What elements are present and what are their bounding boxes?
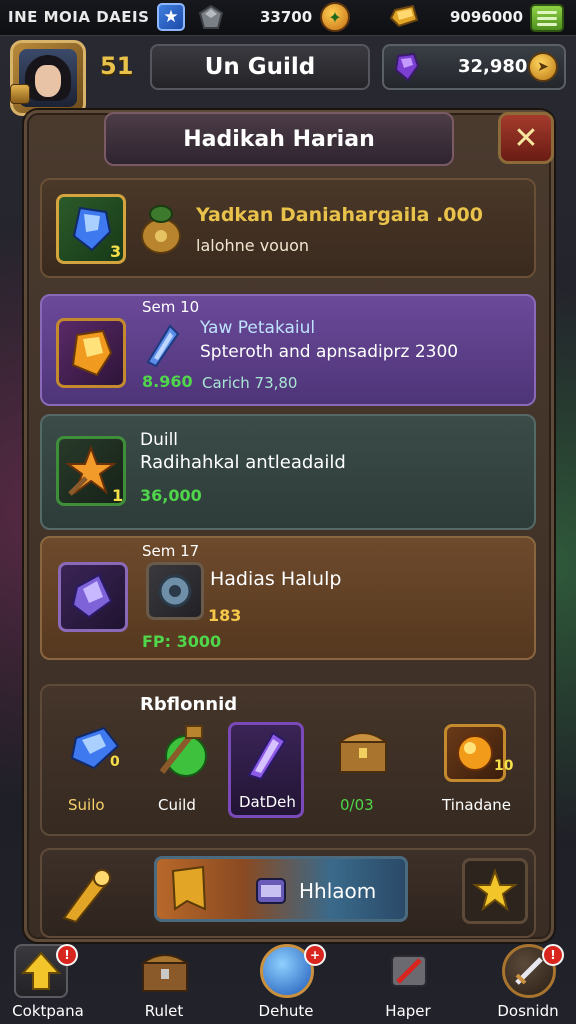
gem-value: 32,980 [458, 56, 528, 77]
guild-name: Un Guild [204, 54, 316, 80]
reward-4-green-value: FP: 3000 [142, 632, 222, 651]
game-title: INE MOIA DAEIS [8, 8, 150, 26]
nav-item-dosnidn[interactable]: ! Dosnidn [480, 944, 576, 1024]
player-avatar[interactable] [10, 40, 86, 116]
nav-item-rulet[interactable]: Rulet [116, 944, 212, 1024]
gear-tile [146, 562, 204, 620]
nav-1-label: Coktpana [12, 1002, 84, 1020]
nav-3-label: Dehute [258, 1002, 314, 1020]
blue-cube-icon [70, 726, 120, 770]
reward-3-tag: Duill [140, 430, 179, 450]
reward-3-badge-count: 1 [112, 486, 124, 505]
main-action-button[interactable]: Hhlaom [154, 856, 408, 922]
nav-4-label: Haper [385, 1002, 431, 1020]
orange-gem-icon [71, 329, 113, 377]
nav-3-alert-badge: + [304, 944, 326, 966]
shop-item-1-label: Suilo [68, 796, 105, 814]
nav-item-haper[interactable]: Haper [360, 944, 456, 1024]
guild-name-bar[interactable]: Un Guild [150, 44, 370, 90]
gold-star-icon [472, 868, 518, 912]
nav-5-label: Dosnidn [497, 1002, 559, 1020]
treasure-chest-icon [337, 732, 389, 773]
purple-crystal-icon [71, 573, 113, 619]
purple-shard-icon [247, 731, 287, 781]
blue-shard-icon [140, 320, 184, 370]
panel-title: Hadikah Harian [104, 112, 454, 166]
close-button[interactable]: ✕ [498, 112, 554, 164]
purple-crystal-tile [58, 562, 128, 632]
nav-1-alert-badge: ! [56, 944, 78, 966]
reward-4-tag: Sem 17 [142, 542, 200, 560]
reward-2-gray-value: Carich 73,80 [202, 374, 298, 392]
rank-badge-icon [10, 84, 30, 104]
currency-1-value: 33700 [260, 8, 313, 26]
shop-item-4-label: 0/03 [340, 796, 374, 814]
close-icon: ✕ [513, 120, 539, 156]
golden-horn-icon[interactable] [56, 864, 118, 926]
action-row: Hhlaom [40, 848, 536, 938]
currency-2-value: 9096000 [450, 8, 524, 26]
gear-icon [158, 574, 192, 608]
status-bar: INE MOIA DAEIS ★ 33700 ✦ 9096000 [0, 0, 576, 36]
main-action-label: Hhlaom [299, 879, 377, 903]
shop-item-suilo[interactable]: 0 Suilo [58, 720, 138, 820]
nav-item-dehute[interactable]: + Dehute [238, 944, 334, 1024]
shop-section: Rbflonnid 0 Suilo Cuild DatDeh 0/03 10 T… [40, 684, 536, 836]
reward-3-title: Radihahkal antleadaild [140, 452, 346, 473]
shop-item-tinadane[interactable]: 10 Tinadane [434, 720, 534, 820]
reward-1-badge-count: 3 [110, 242, 122, 261]
compass-coin-icon[interactable]: ✦ [320, 2, 350, 32]
shop-item-cuild[interactable]: Cuild [146, 720, 226, 820]
shop-item-2-label: Cuild [158, 796, 196, 814]
reward-1-subtitle: lalohne vouon [196, 236, 310, 255]
add-gems-icon[interactable]: ➤ [528, 52, 558, 82]
nav-5-alert-badge: ! [542, 944, 564, 966]
panel-title-text: Hadikah Harian [183, 126, 375, 152]
shop-item-3-label: DatDeh [239, 793, 296, 811]
hammer-orb-icon [159, 725, 207, 777]
nav-item-coktpana[interactable]: ! Coktpana [0, 944, 96, 1024]
reward-card-4[interactable]: Sem 17 183 Hadias Halulp FP: 3000 [40, 536, 536, 660]
nav-2-label: Rulet [144, 1002, 184, 1020]
reward-2-green-value: 8.960 [142, 372, 193, 391]
stone-icon [197, 3, 225, 31]
shop-item-chest[interactable]: 0/03 [326, 720, 406, 820]
reward-3-green-value: 36,000 [140, 486, 202, 505]
reward-2-tag: Sem 10 [142, 298, 200, 316]
orange-gem-tile [56, 318, 126, 388]
reward-2-title: Yaw Petakaiul [200, 318, 316, 338]
shop-item-datdeh[interactable]: DatDeh [228, 722, 304, 818]
player-level: 51 [100, 52, 134, 80]
hamburger-menu-icon[interactable] [530, 4, 564, 32]
reward-card-1[interactable]: 3 Yadkan Daniahargaila .000 lalohne vouo… [40, 178, 536, 278]
tools-icon [382, 944, 436, 998]
reward-1-title: Yadkan Daniahargaila .000 [196, 204, 483, 226]
reward-card-3[interactable]: 1 Duill Radihahkal antleadaild 36,000 [40, 414, 536, 530]
gold-banner-icon [171, 865, 207, 911]
star-button[interactable] [462, 858, 528, 924]
reward-2-desc: Spteroth and apnsadiprz 2300 [200, 342, 459, 362]
reward-4-title: Hadias Halulp [210, 568, 342, 590]
shop-item-1-badge: 0 [110, 754, 120, 770]
shop-heading: Rbflonnid [140, 694, 238, 715]
gold-pouch-icon [138, 202, 184, 256]
shop-item-5-label: Tinadane [442, 796, 512, 814]
gem-counter[interactable]: 32,980 ➤ [382, 44, 566, 90]
treasure-box-icon [138, 944, 192, 998]
gold-ingot-icon [388, 2, 420, 32]
reward-4-count: 183 [208, 606, 242, 625]
star-icon[interactable]: ★ [157, 3, 185, 31]
reward-card-2[interactable]: Sem 10 Yaw Petakaiul Spteroth and apnsad… [40, 294, 536, 406]
orange-orb-icon [457, 735, 493, 771]
purple-gem-icon [392, 52, 420, 82]
scroll-icon [256, 878, 286, 904]
shop-item-5-badge: 10 [494, 758, 514, 774]
